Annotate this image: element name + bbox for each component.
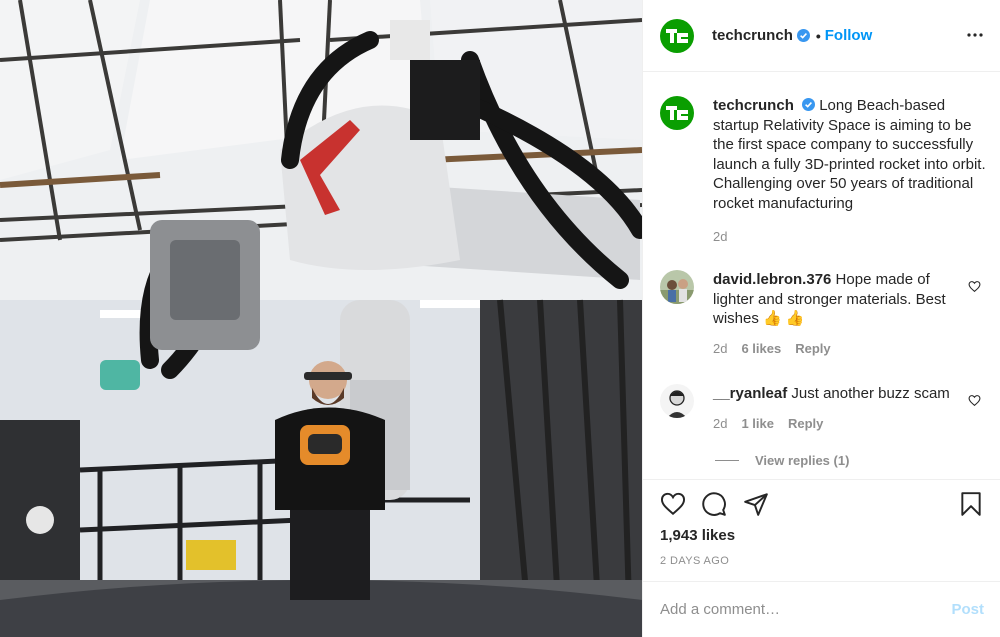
- user-avatar-image: [660, 384, 694, 418]
- comment-text: Just another buzz scam: [791, 385, 950, 402]
- heart-icon[interactable]: [660, 491, 686, 517]
- verified-badge-icon: [802, 98, 816, 111]
- techcrunch-logo-icon: [666, 106, 688, 120]
- comment-likes[interactable]: 6 likes: [741, 339, 781, 359]
- header-separator: •: [815, 27, 821, 44]
- caption-username[interactable]: techcrunch: [713, 97, 794, 114]
- techcrunch-avatar[interactable]: [660, 18, 694, 53]
- reply-button[interactable]: Reply: [795, 339, 830, 359]
- caption-text: Long Beach-based startup Relativity Spac…: [713, 97, 986, 212]
- instagram-post: techcrunch • Follow techcrunch Long Beac…: [0, 0, 1000, 637]
- comment-username[interactable]: david.lebron.376: [713, 271, 831, 288]
- comment-username[interactable]: __ryanleaf: [713, 385, 787, 402]
- caption-avatar[interactable]: [660, 96, 694, 130]
- post-caption: techcrunch Long Beach-based startup Rela…: [660, 96, 995, 247]
- comments-section[interactable]: techcrunch Long Beach-based startup Rela…: [643, 72, 1000, 479]
- user-avatar-image: [660, 270, 694, 304]
- post-date[interactable]: 2 DAYS AGO: [660, 555, 729, 567]
- post-comment-button[interactable]: Post: [951, 601, 984, 618]
- like-comment-heart-icon[interactable]: [968, 394, 981, 407]
- techcrunch-logo-icon: [666, 28, 688, 43]
- comment-avatar[interactable]: [660, 270, 694, 304]
- follow-button[interactable]: Follow: [825, 27, 873, 44]
- comment-icon[interactable]: [701, 491, 727, 517]
- comment-input[interactable]: [660, 601, 952, 618]
- view-replies-button[interactable]: View replies (1): [715, 453, 849, 468]
- comment-item: __ryanleaf Just another buzz scam 2d 1 l…: [660, 384, 995, 433]
- add-comment-bar: Post: [643, 581, 1000, 637]
- comment-timestamp[interactable]: 2d: [713, 414, 727, 434]
- verified-badge-icon: [796, 29, 810, 42]
- bookmark-icon[interactable]: [958, 491, 984, 517]
- post-actions: 1,943 likes 2 DAYS AGO: [643, 479, 1000, 581]
- likes-count[interactable]: 1,943 likes: [660, 527, 735, 544]
- like-comment-heart-icon[interactable]: [968, 280, 981, 293]
- caption-timestamp[interactable]: 2d: [713, 227, 995, 247]
- comment-timestamp[interactable]: 2d: [713, 339, 727, 359]
- comment-likes[interactable]: 1 like: [741, 414, 774, 434]
- view-replies-label: View replies (1): [755, 453, 850, 468]
- header-username[interactable]: techcrunch: [712, 27, 793, 44]
- share-icon[interactable]: [743, 491, 769, 517]
- reply-button[interactable]: Reply: [788, 414, 823, 434]
- comment-avatar[interactable]: [660, 384, 694, 418]
- replies-divider-line: [715, 460, 739, 461]
- post-photo[interactable]: [0, 0, 642, 637]
- comment-item: david.lebron.376 Hope made of lighter an…: [660, 270, 995, 358]
- post-sidebar: techcrunch • Follow techcrunch Long Beac…: [642, 0, 1000, 637]
- post-header: techcrunch • Follow: [643, 0, 1000, 72]
- post-image: [0, 0, 642, 637]
- more-options-icon[interactable]: [966, 26, 984, 44]
